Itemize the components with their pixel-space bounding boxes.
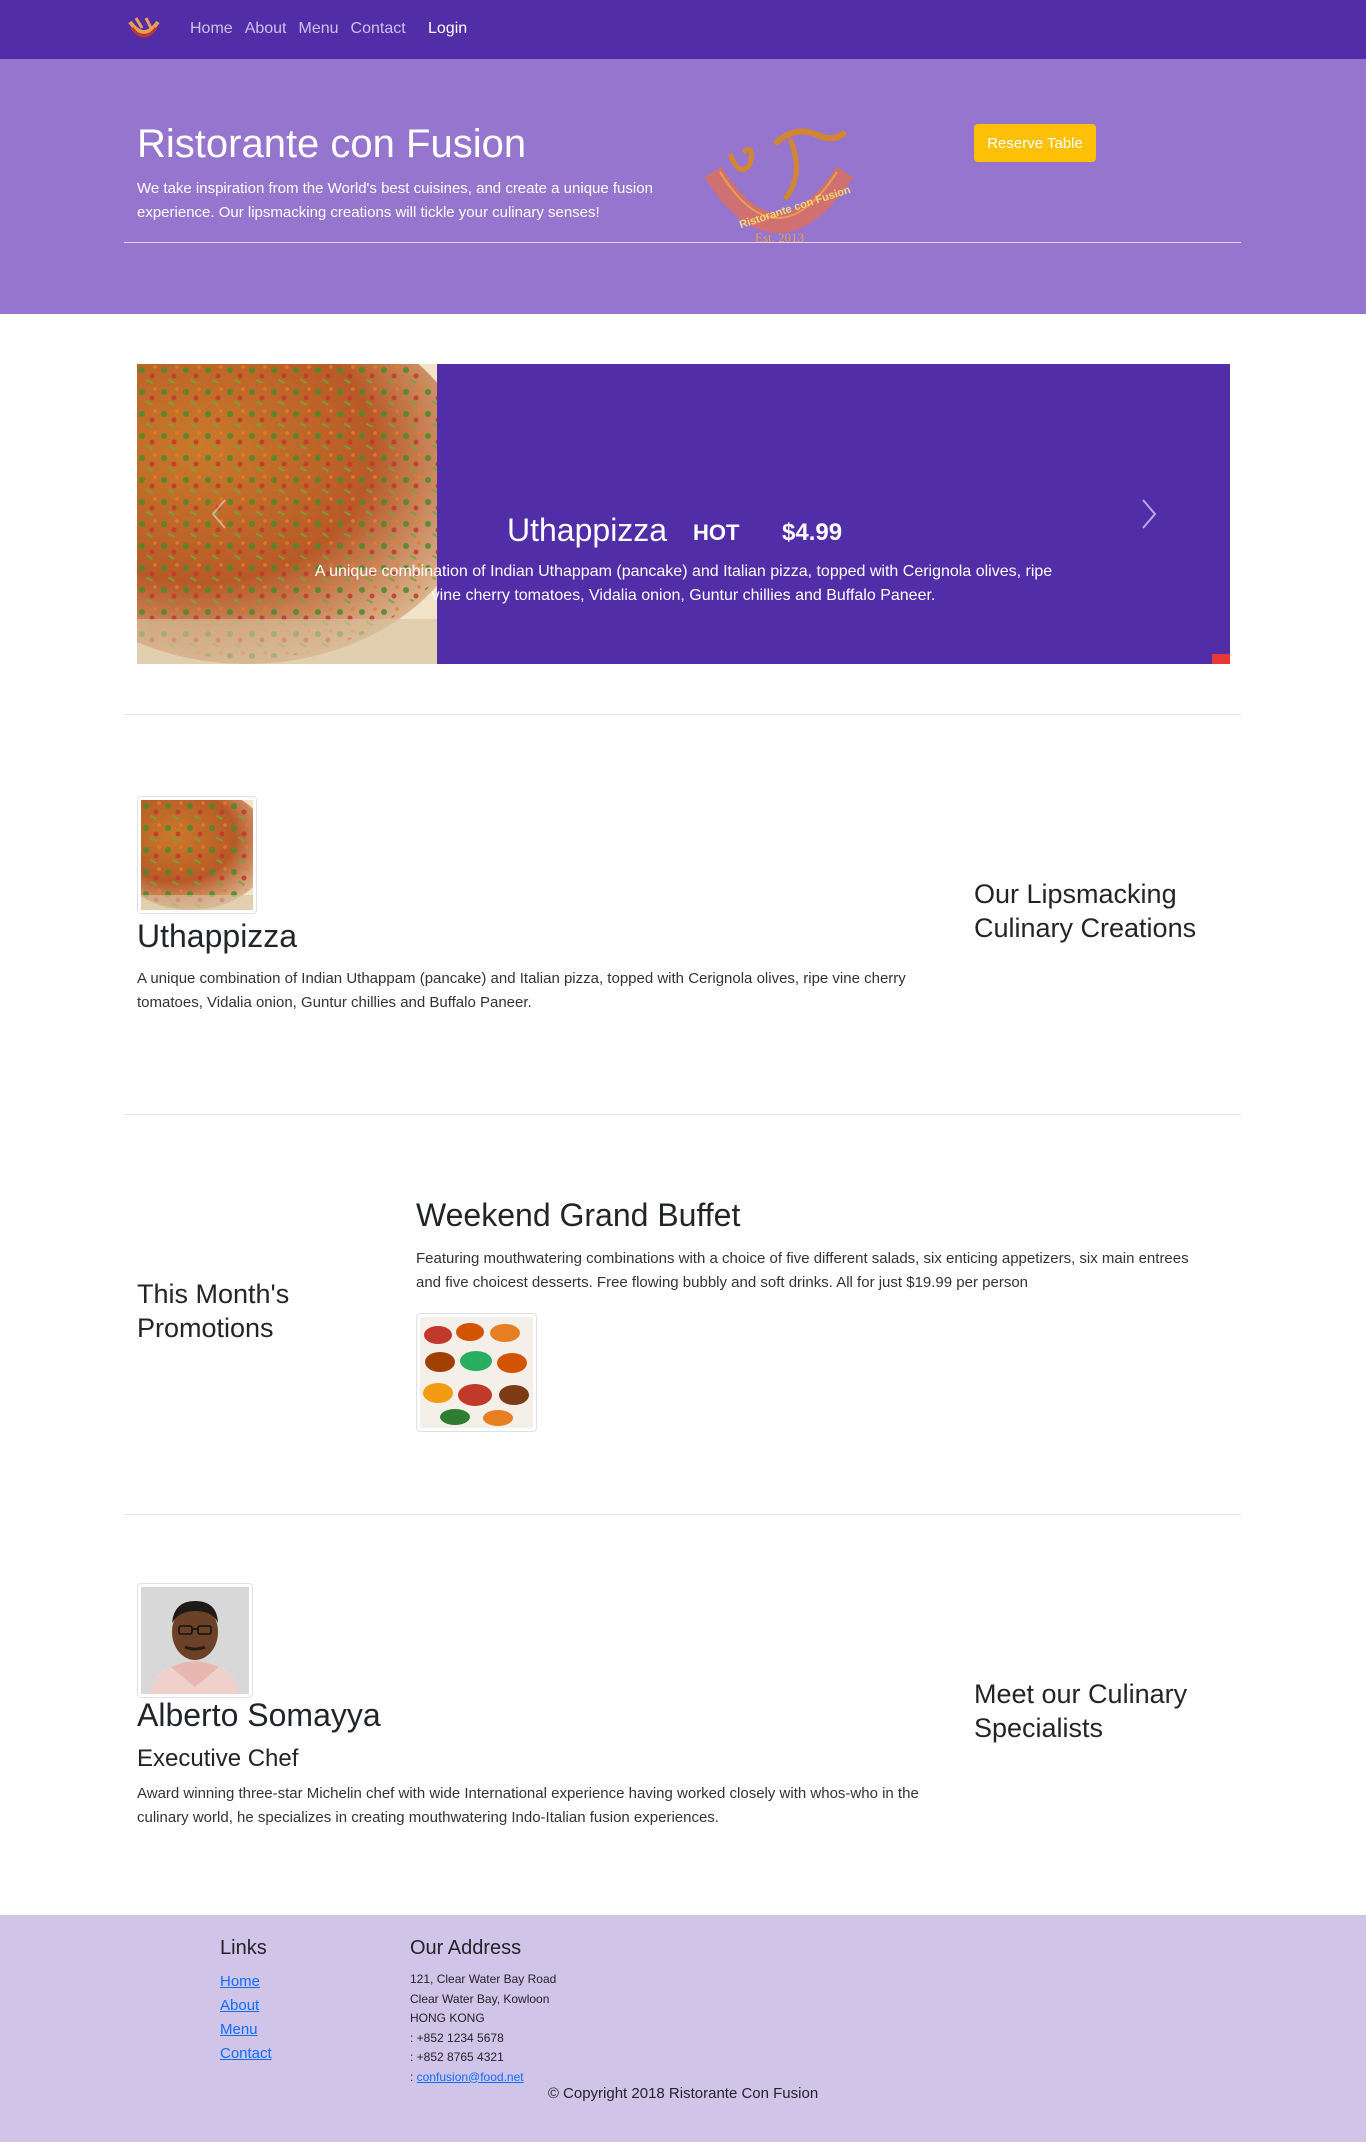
- section-divider: [124, 1514, 1241, 1515]
- promotion-thumbnail: [416, 1313, 537, 1432]
- email-prefix: :: [410, 2069, 417, 2084]
- carousel-caption: Uthappizza HOT $4.99 A unique combinatio…: [137, 364, 1230, 664]
- email-link[interactable]: confusion@food.net: [417, 2070, 524, 2084]
- leader-thumbnail: [137, 1583, 253, 1698]
- carousel-dish-name: Uthappizza: [507, 512, 668, 548]
- jumbotron-divider: [124, 242, 1241, 243]
- footer-links-heading: Links: [220, 1937, 267, 1959]
- price-badge: $4.99: [782, 519, 843, 546]
- carousel-indicator[interactable]: [1212, 654, 1230, 664]
- leader-description: Award winning three-star Michelin chef w…: [137, 1785, 919, 1826]
- address-line: HONG KONG: [410, 2011, 485, 2025]
- reserve-table-button[interactable]: Reserve Table: [974, 124, 1096, 162]
- footer-contact-link[interactable]: Contact: [220, 2045, 272, 2062]
- chevron-left-icon: [211, 499, 226, 529]
- footer-address-heading: Our Address: [410, 1937, 522, 1959]
- uthappizza-image: [111, 786, 271, 910]
- footer-links-list: Home About Menu Contact: [220, 1970, 272, 2066]
- hot-badge: HOT: [693, 520, 740, 545]
- fax-number: : +852 8765 4321: [410, 2050, 504, 2064]
- login-link[interactable]: Login: [428, 20, 467, 38]
- jumbotron: Ristorante con Fusion We take inspiratio…: [0, 59, 1366, 314]
- carousel-dish-description: A unique combination of Indian Uthappam …: [314, 563, 1053, 604]
- carousel-next-button[interactable]: [1137, 494, 1177, 534]
- restaurant-logo: Ristorante con Fusion Est. 2013: [704, 128, 854, 244]
- list-item: Contact: [220, 2042, 272, 2066]
- nav-contact-link[interactable]: Contact: [351, 20, 406, 38]
- chevron-right-icon: [1142, 499, 1157, 529]
- restaurant-tagline: We take inspiration from the World's bes…: [137, 180, 653, 221]
- footer-home-link[interactable]: Home: [220, 1973, 260, 1990]
- leader-designation: Executive Chef: [137, 1745, 299, 1772]
- list-item: Menu: [220, 2018, 272, 2042]
- leader-name: Alberto Somayya: [137, 1697, 381, 1733]
- promotion-description: Featuring mouthwatering combinations wit…: [416, 1250, 1189, 1291]
- creations-heading: Our Lipsmacking Culinary Creations: [974, 879, 1197, 943]
- address-line: Clear Water Bay, Kowloon: [410, 1991, 550, 2006]
- specialists-heading: Meet our Culinary Specialists: [974, 1679, 1188, 1743]
- dish-thumbnail: [111, 786, 271, 914]
- phone-number: : +852 1234 5678: [410, 2030, 504, 2045]
- carousel-prev-button[interactable]: [207, 494, 247, 534]
- list-item: About: [220, 1994, 272, 2018]
- navbar: Home About Menu Contact Login: [0, 0, 1366, 59]
- address-block: 121, Clear Water Bay Road Clear Water Ba…: [410, 1970, 556, 2087]
- dish-carousel: Uthappizza HOT $4.99 A unique combinatio…: [137, 364, 1230, 664]
- list-item: Home: [220, 1970, 272, 1994]
- chef-photo: [141, 1587, 249, 1694]
- promotions-heading: This Month's Promotions: [137, 1279, 290, 1343]
- nav-links: Home About Menu Contact: [190, 20, 418, 38]
- footer: Links Home About Menu Contact Our Addres…: [0, 1915, 1366, 2142]
- nav-home-link[interactable]: Home: [190, 20, 233, 38]
- restaurant-title: Ristorante con Fusion: [137, 122, 527, 166]
- copyright-text: © Copyright 2018 Ristorante Con Fusion: [547, 2085, 819, 2102]
- dish-description: A unique combination of Indian Uthappam …: [137, 970, 906, 1011]
- address-line: 121, Clear Water Bay Road: [410, 1972, 557, 1986]
- footer-menu-link[interactable]: Menu: [220, 2021, 258, 2038]
- nav-about-link[interactable]: About: [245, 20, 287, 38]
- section-divider: [124, 1114, 1241, 1115]
- brand-logo[interactable]: [124, 14, 164, 46]
- dish-name: Uthappizza: [137, 918, 298, 954]
- nav-menu-link[interactable]: Menu: [299, 20, 339, 38]
- section-divider: [124, 714, 1241, 715]
- buffet-image: [420, 1317, 533, 1428]
- promotion-name: Weekend Grand Buffet: [416, 1197, 741, 1233]
- footer-about-link[interactable]: About: [220, 1997, 259, 2014]
